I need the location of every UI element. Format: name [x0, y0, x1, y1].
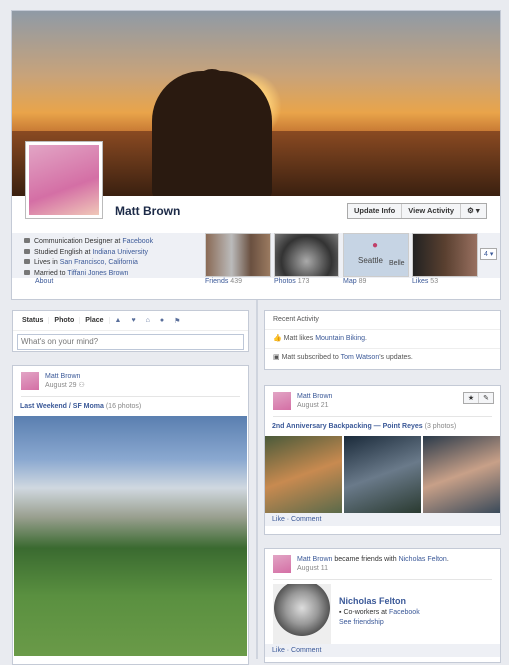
about-link[interactable]: About — [35, 278, 53, 285]
timeline-line — [256, 300, 258, 659]
like-comment-links[interactable]: Like · Comment — [265, 644, 500, 657]
photos-label[interactable]: Photos 173 — [274, 278, 309, 285]
author-link[interactable]: Matt Brown — [297, 556, 332, 563]
avatar[interactable] — [21, 372, 39, 390]
recent-activity: Recent Activity 👍 Matt likes Mountain Bi… — [264, 310, 501, 370]
home-icon — [24, 259, 30, 264]
link-university[interactable]: Indiana University — [92, 249, 148, 256]
album-photo[interactable] — [14, 416, 247, 656]
link-page[interactable]: Mountain Biking — [315, 335, 365, 342]
map-tile[interactable]: Seattle Belle ● — [343, 233, 409, 277]
friend-name-link[interactable]: Nicholas Felton — [339, 596, 406, 606]
heart-icon — [24, 269, 30, 275]
profile-picture[interactable] — [25, 141, 103, 219]
like-comment-links[interactable]: Like · Comment — [265, 513, 500, 526]
friend-link[interactable]: Nicholas Felton — [399, 556, 447, 563]
health-icon[interactable]: ● — [160, 317, 164, 324]
link-facebook[interactable]: Facebook — [389, 609, 420, 616]
subscribe-icon: ▣ — [273, 354, 282, 361]
friend-photo[interactable] — [273, 584, 331, 644]
post-album-2: Matt Brown August 21 ★ ✎ 2nd Anniversary B… — [264, 385, 501, 535]
tab-photo[interactable]: Photo — [49, 317, 81, 324]
author-link[interactable]: Matt Brown — [297, 393, 332, 400]
gear-icon[interactable]: ⚙ ▾ — [461, 204, 486, 218]
link-person[interactable]: Tom Watson — [341, 354, 380, 361]
album-photo[interactable] — [265, 436, 342, 513]
view-activity-button[interactable]: View Activity — [402, 204, 462, 218]
post-actions: ★ ✎ — [462, 392, 494, 404]
composer: Status Photo Place ▲ ♥ ⌂ ● ⚑ What's on your … — [12, 310, 249, 352]
post-album: Matt Brown August 29 ⚇ Last Weekend / SF … — [12, 365, 249, 665]
header-actions: Update Info View Activity ⚙ ▾ — [347, 203, 487, 219]
recent-activity-title: Recent Activity — [265, 311, 500, 330]
album-photo[interactable] — [423, 436, 500, 513]
profile-header: Matt Brown Update Info View Activity ⚙ ▾… — [11, 10, 501, 300]
friends-tile[interactable] — [205, 233, 271, 277]
link-facebook[interactable]: Facebook — [122, 238, 153, 245]
friends-privacy-icon: ⚇ — [78, 382, 85, 389]
profile-name: Matt Brown — [115, 204, 181, 218]
album-photo[interactable] — [344, 436, 421, 513]
album-link[interactable]: 2nd Anniversary Backpacking — Point Reye… — [272, 423, 423, 430]
photos-tile[interactable] — [274, 233, 339, 277]
link-city[interactable]: San Francisco, California — [60, 259, 138, 266]
info-location: Lives in San Francisco, California — [24, 258, 153, 269]
info-work: Communication Designer at Facebook — [24, 237, 153, 248]
likes-label[interactable]: Likes 53 — [412, 278, 438, 285]
info-strip: Communication Designer at Facebook Studi… — [12, 233, 500, 278]
home-icon[interactable]: ⌂ — [146, 317, 150, 324]
tab-status[interactable]: Status — [17, 317, 50, 324]
album-link[interactable]: Last Weekend / SF Moma — [20, 403, 104, 410]
author-link[interactable]: Matt Brown — [45, 373, 80, 380]
info-list: Communication Designer at Facebook Studi… — [24, 237, 153, 279]
post-friendship: Matt Brown became friends with Nicholas … — [264, 548, 501, 663]
status-input[interactable]: What's on your mind? — [17, 334, 244, 350]
map-label[interactable]: Map 89 — [343, 278, 366, 285]
likes-tile[interactable] — [412, 233, 478, 277]
more-tiles-dropdown[interactable]: 4 ▾ — [480, 248, 498, 260]
life-event-icon[interactable]: ▲ — [115, 317, 122, 324]
star-icon[interactable]: ★ — [464, 393, 480, 403]
activity-item: 👍 Matt likes Mountain Biking. — [265, 330, 500, 349]
see-friendship-link[interactable]: See friendship — [339, 619, 384, 626]
school-icon — [24, 248, 30, 254]
heart-icon[interactable]: ♥ — [131, 317, 135, 324]
tab-place[interactable]: Place — [80, 317, 110, 324]
friends-label[interactable]: Friends 439 — [205, 278, 242, 285]
avatar[interactable] — [273, 555, 291, 573]
link-spouse[interactable]: Tiffani Jones Brown — [67, 270, 128, 277]
update-info-button[interactable]: Update Info — [348, 204, 403, 218]
info-education: Studied English at Indiana University — [24, 248, 153, 259]
flag-icon[interactable]: ⚑ — [174, 317, 180, 325]
map-pin-icon: ● — [372, 240, 379, 251]
like-icon: 👍 — [273, 335, 284, 342]
briefcase-icon — [24, 238, 30, 243]
avatar[interactable] — [273, 392, 291, 410]
edit-icon[interactable]: ✎ — [479, 393, 493, 403]
activity-item: ▣ Matt subscribed to Tom Watson's update… — [273, 354, 413, 361]
